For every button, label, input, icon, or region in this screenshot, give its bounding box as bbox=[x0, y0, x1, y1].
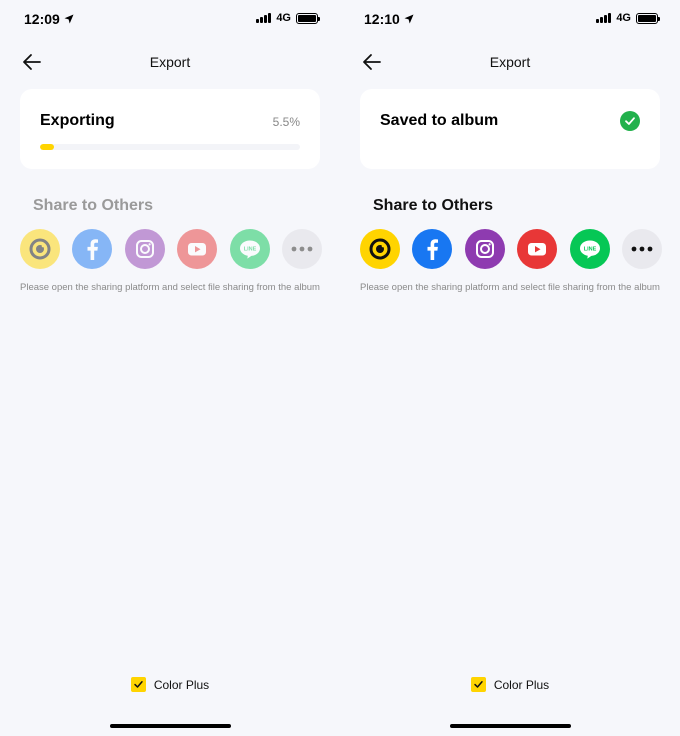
status-time: 12:10 bbox=[364, 11, 414, 27]
status-bar: 12:09 4G bbox=[0, 0, 340, 40]
export-status-card: Exporting 5.5% bbox=[20, 89, 320, 169]
share-section-title: Share to Others bbox=[373, 197, 494, 214]
share-more-button[interactable] bbox=[282, 229, 322, 269]
network-type: 4G bbox=[276, 12, 291, 24]
export-screen-exporting: 12:09 4G Export Exporting 5.5% Share to … bbox=[0, 0, 340, 736]
share-instagram-button[interactable] bbox=[124, 229, 165, 269]
share-instagram-button[interactable] bbox=[464, 229, 505, 269]
home-indicator bbox=[450, 724, 571, 728]
color-plus-label: Color Plus bbox=[153, 677, 210, 692]
share-more-button[interactable] bbox=[622, 229, 662, 269]
facebook-icon bbox=[412, 229, 453, 269]
nav-bar: Export bbox=[340, 44, 680, 80]
line-logo-text: LINE bbox=[243, 247, 256, 253]
location-arrow-icon bbox=[64, 14, 74, 24]
cellular-signal-icon bbox=[596, 13, 612, 23]
youtube-icon bbox=[177, 229, 218, 269]
battery-icon bbox=[296, 12, 320, 24]
page-title: Export bbox=[149, 54, 191, 70]
camera-app-icon bbox=[20, 229, 60, 269]
nav-bar: Export bbox=[0, 44, 340, 80]
more-dots-icon bbox=[282, 229, 322, 269]
line-logo-text: LINE bbox=[583, 247, 596, 253]
instagram-icon bbox=[464, 229, 505, 269]
color-plus-option: Color Plus bbox=[0, 677, 340, 692]
export-status-title: Exporting bbox=[40, 112, 115, 129]
progress-bar bbox=[40, 144, 300, 150]
color-plus-checkbox[interactable] bbox=[470, 677, 486, 692]
share-camera-app-button[interactable] bbox=[360, 229, 400, 269]
camera-app-icon bbox=[360, 229, 400, 269]
status-time: 12:09 bbox=[24, 11, 74, 27]
cellular-signal-icon bbox=[256, 13, 272, 23]
share-targets: LINE bbox=[20, 229, 322, 269]
youtube-icon bbox=[517, 229, 558, 269]
share-youtube-button[interactable] bbox=[177, 229, 218, 269]
export-status-title: Saved to album bbox=[380, 112, 499, 129]
share-line-button[interactable]: LINE bbox=[229, 229, 270, 269]
share-facebook-button[interactable] bbox=[412, 229, 453, 269]
network-type: 4G bbox=[616, 12, 631, 24]
export-screen-saved: 12:10 4G Export Saved to album Share to … bbox=[340, 0, 680, 736]
share-facebook-button[interactable] bbox=[72, 229, 113, 269]
share-hint-text: Please open the sharing platform and sel… bbox=[360, 282, 660, 293]
checkmark-icon bbox=[474, 681, 483, 688]
checkmark-icon bbox=[134, 681, 143, 688]
progress-fill bbox=[40, 144, 55, 150]
export-status-card: Saved to album bbox=[360, 89, 660, 169]
success-check-icon bbox=[620, 111, 640, 131]
color-plus-option: Color Plus bbox=[340, 677, 680, 692]
location-arrow-icon bbox=[404, 14, 414, 24]
page-title: Export bbox=[489, 54, 531, 70]
battery-icon bbox=[636, 12, 660, 24]
instagram-icon bbox=[124, 229, 165, 269]
facebook-icon bbox=[72, 229, 113, 269]
time-text: 12:10 bbox=[364, 11, 400, 27]
share-line-button[interactable]: LINE bbox=[569, 229, 610, 269]
line-icon: LINE bbox=[229, 229, 270, 269]
share-targets: LINE bbox=[360, 229, 662, 269]
time-text: 12:09 bbox=[24, 11, 60, 27]
home-indicator bbox=[110, 724, 231, 728]
color-plus-label: Color Plus bbox=[493, 677, 550, 692]
line-icon: LINE bbox=[569, 229, 610, 269]
share-section-title: Share to Others bbox=[33, 197, 154, 214]
progress-percent: 5.5% bbox=[272, 115, 300, 129]
color-plus-checkbox[interactable] bbox=[130, 677, 146, 692]
status-bar: 12:10 4G bbox=[340, 0, 680, 40]
share-camera-app-button[interactable] bbox=[20, 229, 60, 269]
share-youtube-button[interactable] bbox=[517, 229, 558, 269]
more-dots-icon bbox=[622, 229, 662, 269]
share-hint-text: Please open the sharing platform and sel… bbox=[20, 282, 320, 293]
